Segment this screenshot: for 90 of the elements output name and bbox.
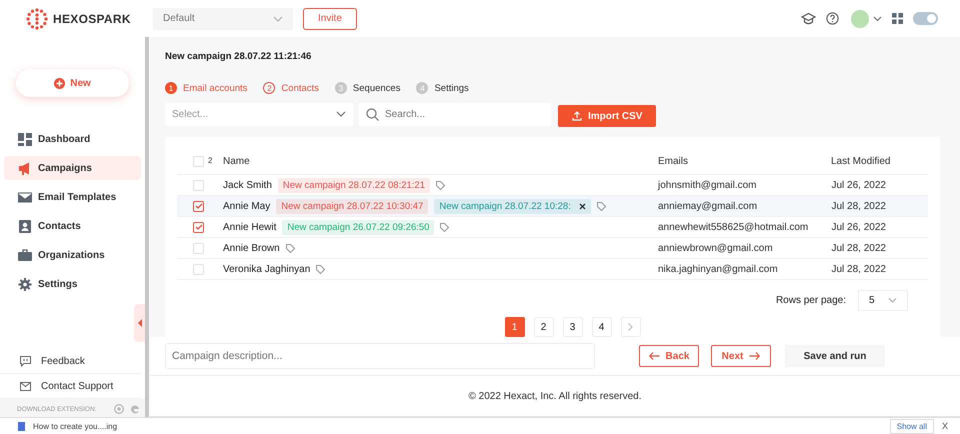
rows-per-page-label: Rows per page: [776, 295, 846, 306]
collapse-tab[interactable] [134, 304, 145, 342]
back-button[interactable]: Back [639, 345, 699, 367]
save-and-run-button[interactable]: Save and run [785, 345, 885, 367]
arrow-left-icon [648, 352, 660, 360]
step-tab[interactable]: 4 Settings [416, 82, 469, 94]
row-checkbox[interactable] [193, 222, 204, 232]
page-button[interactable]: 1 [504, 317, 524, 337]
email-cell-text: anniemay@gmail.com [658, 200, 758, 212]
caret-left-icon [138, 319, 142, 327]
column-header: Emails [658, 156, 690, 167]
next-button[interactable]: Next [711, 345, 771, 367]
selected-count: 2 [208, 156, 212, 165]
import-csv-button[interactable]: Import CSV [558, 105, 656, 127]
campaign-tag: New campaign 28.07.22 10:28: [434, 198, 591, 214]
chat-bubble-icon [20, 356, 31, 366]
sidebar-item[interactable]: Organizations [4, 243, 141, 267]
chevron-down-icon [888, 298, 897, 303]
campaign-tag: New campaign 26.07.22 09:26:50 [282, 220, 434, 234]
date-cell-text: Jul 26, 2022 [831, 222, 887, 232]
brand-name: HEXOSPARK [53, 12, 131, 26]
select-all-checkbox[interactable] [193, 156, 204, 167]
contact-name: Annie Hewit [223, 222, 276, 232]
close-icon[interactable] [578, 202, 586, 210]
rows-per-page-select[interactable]: 5 [858, 290, 908, 311]
upload-icon [572, 111, 582, 121]
file-icon [18, 422, 25, 430]
dashboard-icon [18, 132, 32, 146]
apps-grid-icon[interactable] [892, 13, 903, 24]
date-cell-text: Jul 28, 2022 [831, 200, 887, 212]
envelope-icon [20, 382, 31, 390]
chevron-down-icon[interactable] [873, 16, 882, 22]
envelope-icon [18, 190, 32, 204]
show-all-button[interactable]: Show all [890, 418, 934, 434]
campaign-tag: New campaign 28.07.22 10:30:47 [276, 198, 428, 214]
date-cell-text: Jul 26, 2022 [831, 180, 887, 190]
search-field[interactable]: Search... [359, 102, 551, 126]
sidebar-link[interactable]: Feedback [0, 349, 141, 374]
date-cell-text: Jul 28, 2022 [831, 264, 887, 274]
hexagon-dots-logo-icon [26, 8, 48, 30]
graduation-cap-icon[interactable] [801, 12, 816, 25]
invite-button[interactable]: Invite [303, 8, 357, 30]
email-cell-text: anniewbrown@gmail.com [658, 242, 774, 254]
chevron-down-icon [336, 111, 346, 117]
contact-name: Veronika Jaghinyan [223, 264, 310, 274]
email-cell-text: johnsmith@gmail.com [658, 180, 758, 190]
tag-icon[interactable] [440, 222, 450, 232]
campaign-title: New campaign 28.07.22 11:21:46 [165, 51, 312, 62]
sidebar-item[interactable]: Contacts [4, 214, 141, 238]
gear-icon [18, 278, 32, 290]
sidebar-item[interactable]: Settings [4, 272, 141, 296]
download-file-name[interactable]: How to create you....ing [33, 422, 118, 430]
briefcase-icon [18, 248, 32, 262]
copyright-text: © 2022 Hexact, Inc. All rights reserved. [468, 390, 642, 402]
contact-name: Jack Smith [223, 180, 272, 190]
contact-row[interactable]: Annie Hewit New campaign 26.07.22 09:26:50 annewhewit558625@hotmail.com Jul 26, 2022 [177, 217, 928, 238]
chevron-right-icon [628, 323, 633, 331]
contact-row[interactable]: Veronika Jaghinyan nika.jaghinyan@gmail.com Jul 28, 2022 [177, 259, 928, 280]
sidebar-item[interactable]: Dashboard [4, 127, 141, 151]
tag-icon[interactable] [316, 264, 326, 274]
contact-name: Annie Brown [223, 242, 280, 254]
row-checkbox[interactable] [193, 200, 204, 212]
contact-row[interactable]: Annie May New campaign 28.07.22 10:30:47 New campaign 28.07.22 10:28: anniemay@gmail.com Jul 28, 2022 [177, 196, 928, 217]
contact-card-icon [18, 220, 32, 232]
email-cell-text: nika.jaghinyan@gmail.com [658, 264, 779, 274]
workspace-dropdown[interactable]: Default [153, 8, 293, 30]
megaphone-icon [18, 162, 32, 174]
contact-row[interactable]: Annie Brown anniewbrown@gmail.com Jul 28, 2022 [177, 238, 928, 259]
tag-icon[interactable] [436, 180, 445, 190]
step-tab[interactable]: 1 Email accounts [165, 82, 248, 94]
chevron-down-icon [273, 16, 283, 22]
theme-toggle[interactable] [913, 12, 938, 25]
new-button[interactable]: New [16, 69, 129, 97]
help-icon[interactable] [826, 12, 839, 25]
close-button[interactable]: X [942, 421, 948, 431]
campaign-tag: New campaign 28.07.22 08:21:21 [278, 178, 430, 192]
campaign-description-field[interactable]: Campaign description... [165, 343, 595, 369]
tag-icon[interactable] [286, 244, 295, 252]
column-header: Name [223, 156, 251, 167]
email-cell-text: annewhewit558625@hotmail.com [658, 222, 810, 232]
tag-icon[interactable] [596, 202, 606, 210]
arrow-right-icon [749, 352, 760, 360]
contact-name: Annie May [223, 200, 270, 212]
sidebar-item[interactable]: Campaigns [4, 156, 141, 180]
sidebar-item[interactable]: Email Templates [4, 185, 141, 209]
date-cell-text: Jul 28, 2022 [831, 242, 887, 254]
scrollbar[interactable] [145, 37, 149, 417]
step-tab[interactable]: 3 Sequences [334, 82, 400, 94]
plus-circle-icon [54, 78, 66, 88]
column-header: Last Modified [831, 156, 892, 167]
